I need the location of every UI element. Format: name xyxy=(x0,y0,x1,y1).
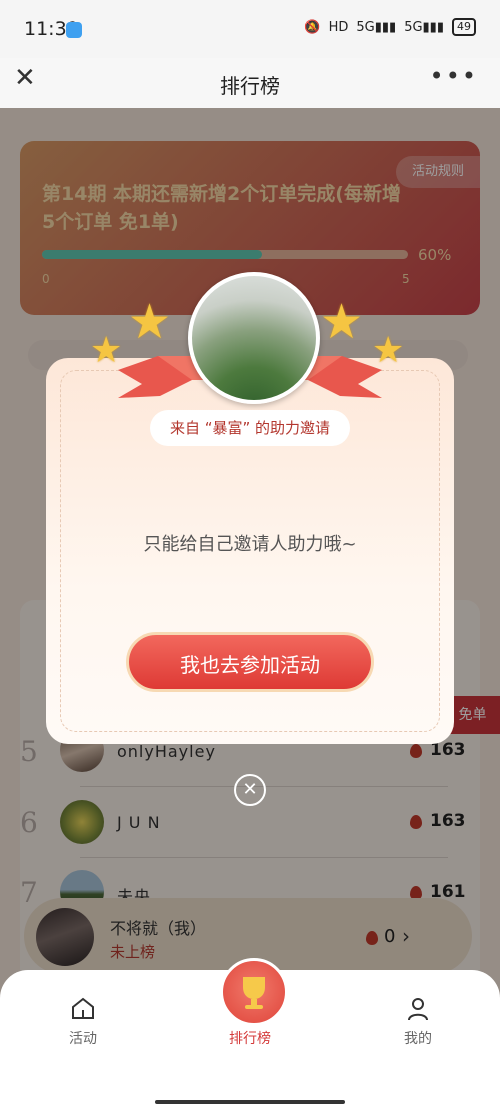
close-icon[interactable]: ✕ xyxy=(234,774,266,806)
app-notification-icon xyxy=(66,22,82,38)
star-icon: ★ xyxy=(128,294,172,350)
star-icon: ★ xyxy=(372,330,405,371)
tab-ranking[interactable]: 排行榜 xyxy=(210,1028,290,1048)
more-icon[interactable]: ••• xyxy=(430,62,478,90)
trophy-icon[interactable] xyxy=(220,958,288,1026)
modal-message: 只能给自己邀请人助力哦~ xyxy=(143,534,357,555)
tab-mine[interactable]: 我的 xyxy=(378,1028,458,1048)
home-indicator xyxy=(155,1100,345,1104)
tab-activity[interactable]: 活动 xyxy=(43,1028,123,1048)
page-title: 排行榜 xyxy=(220,74,280,98)
user-icon[interactable] xyxy=(406,996,430,1022)
mute-icon: 🔕 xyxy=(304,19,321,35)
hd-icon: HD xyxy=(328,19,349,35)
inviter-photo xyxy=(188,272,320,404)
home-icon[interactable] xyxy=(70,996,96,1020)
signal-icon: 5G▮▮▮ xyxy=(356,19,397,35)
join-activity-button[interactable]: 我也去参加活动 xyxy=(126,632,374,692)
invite-label: 来自 “暴富” 的助力邀请 xyxy=(150,410,350,446)
status-icons: 🔕 HD 5G▮▮▮ 5G▮▮▮ 49 xyxy=(304,18,476,36)
star-icon: ★ xyxy=(320,294,364,350)
signal-icon: 5G▮▮▮ xyxy=(404,19,444,35)
star-icon: ★ xyxy=(90,330,123,371)
battery-icon: 49 xyxy=(452,18,476,36)
